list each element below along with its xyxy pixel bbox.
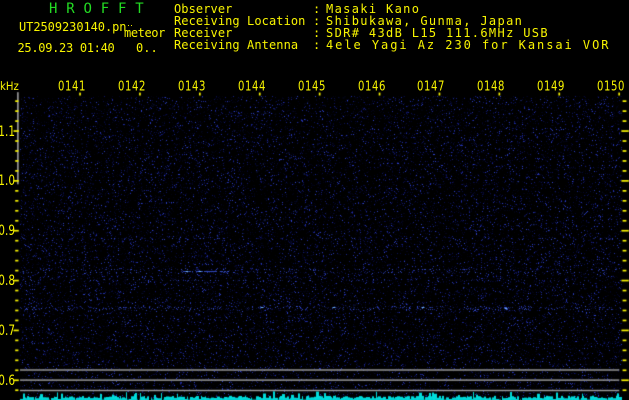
y-tick-label-0.6: 0.6 xyxy=(0,372,15,389)
x-tick-label-0143: 0143 xyxy=(177,79,206,95)
y-tick-label-0.7: 0.7 xyxy=(0,322,15,339)
info-colon: : xyxy=(313,37,321,52)
info-label: Observer xyxy=(174,1,233,16)
datetime-text: 25.09.23 01:40 xyxy=(17,41,115,55)
x-tick-label-0142: 0142 xyxy=(117,79,146,95)
x-tick-label-0145: 0145 xyxy=(297,79,326,95)
info-value: Masaki Kano xyxy=(326,1,421,16)
info-colon: : xyxy=(313,25,321,40)
spectrogram-canvas xyxy=(0,0,629,400)
y-tick-label-0.9: 0.9 xyxy=(0,223,15,240)
info-colon: : xyxy=(313,13,321,28)
counter-text: 0.. xyxy=(136,41,158,55)
filename-text: UT2509230140.pn xyxy=(19,19,127,34)
y-tick-label-1.1: 1.1 xyxy=(0,123,15,140)
x-tick-label-0147: 0147 xyxy=(417,79,446,95)
info-value: Shibukawa, Gunma, Japan xyxy=(326,13,524,28)
y-tick-label-1.0: 1.0 xyxy=(0,173,15,190)
observatory-name-text: meteor xyxy=(124,26,165,40)
x-tick-label-0141: 0141 xyxy=(58,79,86,95)
info-colon: : xyxy=(313,1,321,16)
x-tick-label-0149: 0149 xyxy=(537,79,566,95)
x-tick-label-0150: 0150 xyxy=(597,79,626,95)
x-tick-label-0148: 0148 xyxy=(477,79,506,95)
x-tick-label-0144: 0144 xyxy=(237,79,266,95)
y-axis-unit-label: kHz xyxy=(0,80,19,94)
info-label: Receiver xyxy=(174,25,233,40)
info-label: Receiving Location xyxy=(174,13,306,28)
info-value: SDR# 43dB L15 111.6MHz USB xyxy=(326,25,549,40)
hrofft-screen: H R O F F T UT2509230140.pn meteor 25.09… xyxy=(0,0,629,400)
x-tick-label-0146: 0146 xyxy=(357,79,386,95)
y-tick-label-0.8: 0.8 xyxy=(0,273,15,290)
app-title: H R O F F T xyxy=(49,1,144,17)
info-value: 4ele Yagi Az 230 for Kansai VOR xyxy=(326,37,611,52)
info-label: Receiving Antenna xyxy=(174,37,299,52)
